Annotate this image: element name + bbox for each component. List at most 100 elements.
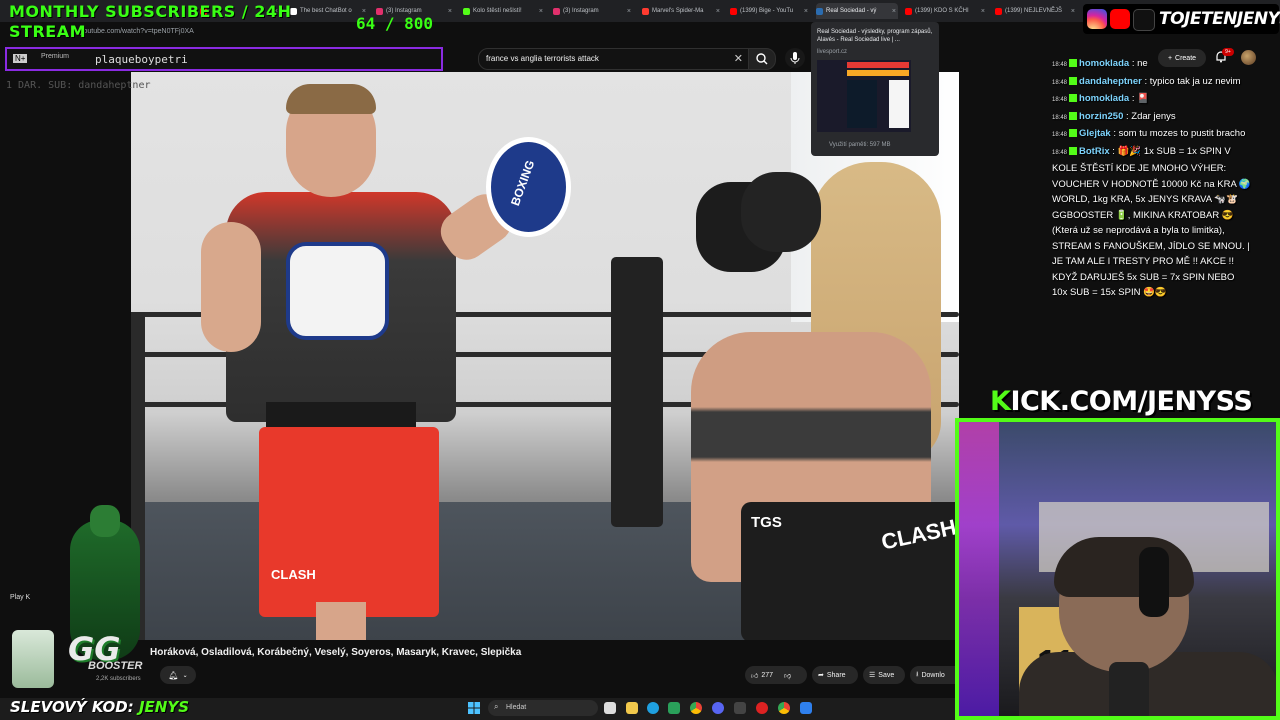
taskbar-search[interactable]: ⌕ Hledat [488,700,598,716]
kick-badge-icon [1069,129,1078,138]
tab-favicon-icon [905,7,912,15]
premium-badge: N+ [13,54,28,63]
coach-leg [316,602,366,640]
save-icon: ☰ [869,672,876,679]
promo-code: JENYS [138,698,190,716]
kick-badge-icon [1069,59,1078,68]
monthly-line-2: STREAM [9,22,86,41]
search-icon [756,53,768,65]
subscription-bell-button[interactable]: 🔔︎ ⌄ [160,666,196,684]
browser-tab[interactable]: (3) Instagram × [553,3,633,19]
store-icon[interactable] [668,702,680,714]
file-explorer-icon[interactable] [626,702,638,714]
browser-tab[interactable]: (1399) NEJLEVNĚJŠ × [995,3,1077,19]
tab-label: (3) Instagram [563,8,599,14]
booster-label: BOOSTER [88,660,143,672]
chat-text: : Zdar jenys [1126,110,1176,122]
obs-icon[interactable] [756,702,768,714]
chat-message: 18:48 BotRix : 🎁🎉 1x SUB = 1x SPIN V KOLE… [1052,144,1252,301]
coach-belt [266,402,416,430]
coach-arm [201,222,261,352]
download-button[interactable]: ⭳ Downlo [910,666,955,684]
thumbs-down-icon: 👎︎ [784,672,792,680]
search-button[interactable] [748,48,776,70]
discord-icon[interactable] [712,702,724,714]
edge-icon[interactable] [647,702,659,714]
tab-close-icon[interactable]: × [981,8,987,15]
tab-close-icon[interactable]: × [627,8,633,15]
download-icon: ⭳ [916,670,919,678]
headset [1139,547,1169,617]
chat-message: 18:48 homoklada : ne [1052,56,1252,74]
video-description: Horáková, Osladilová, Korábečný, Veselý,… [150,647,522,658]
chevron-down-icon: ⌄ [182,672,188,679]
share-button[interactable]: ➦ Share [812,666,858,684]
chat-username[interactable]: horzin250 [1079,111,1123,122]
windows-start-icon[interactable] [468,702,480,714]
chrome-icon-2[interactable] [778,702,790,714]
promo-code-banner: SLEVOVÝ KOD: JENYS [10,698,189,716]
chat-text: : 🎴 [1131,93,1149,104]
tab-label: Marvel's Spider-Ma [652,8,704,14]
taskbar-search-placeholder: Hledat [506,704,527,711]
neon-light [959,422,999,716]
app-icon-2[interactable] [800,702,812,714]
chat-text: : 🎁🎉 1x SUB = 1x SPIN V KOLE ŠTĚSTÍ KDE … [1052,145,1251,299]
chat-message: 18:48 dandaheptner : typico tak ja uz nev… [1052,74,1252,92]
microphone [1109,662,1149,716]
tab-close-icon[interactable]: × [539,8,545,15]
kick-badge-icon [1069,111,1078,120]
pad-label: BOXING [507,158,538,208]
youtube-icon [1110,9,1130,29]
monthly-line-1: MONTHLY SUBSCRIBERS / 24H [9,2,292,21]
tab-close-icon[interactable]: × [448,8,454,15]
save-button[interactable]: ☰ Save [863,666,905,684]
bell-icon: 🔔︎ [168,670,179,680]
browser-tab[interactable]: (1399) KDO S KČHI × [905,3,987,19]
brand-label: CLASH [271,567,316,582]
chat-timestamp: 18:48 [1052,114,1068,121]
chat-username[interactable]: Glejtak [1079,128,1111,139]
tab-label: (1399) NEJLEVNĚJŠ [1005,8,1063,14]
app-icon[interactable] [734,702,746,714]
like-dislike-button[interactable]: 👍︎ 277 👎︎ [745,666,807,684]
browser-tab[interactable]: Marvel's Spider-Ma × [642,3,722,19]
tiktok-icon [1133,9,1155,31]
video-player[interactable]: BOXING CLASH TGS CLASH [131,72,959,640]
social-handle-bar: TOJETENJENYS [1083,4,1280,34]
monthly-subscribers-label: MONTHLY SUBSCRIBERS / 24H STREAM [9,2,291,42]
booster-can [12,630,54,688]
browser-tab[interactable]: Kolo štěstí nešlstí! × [463,3,545,19]
chat-username[interactable]: homoklada [1079,93,1129,104]
tab-close-icon[interactable]: × [716,8,722,15]
chat-username[interactable]: BotRix [1079,146,1110,157]
chat-username[interactable]: dandaheptner [1079,76,1142,87]
instagram-icon [1087,9,1107,29]
chrome-icon[interactable] [690,702,702,714]
tab-favicon-icon [642,7,649,15]
play-shortcut-label: Play K [10,594,31,601]
tab-close-icon[interactable]: × [1071,8,1077,15]
kick-badge-icon [1069,94,1078,103]
tab-label: (1399) Bige - YouTu [740,8,794,14]
tab-favicon-icon [995,7,1002,15]
fighter-shorts: TGS CLASH [741,502,959,640]
kick-chat: 18:48 homoklada : ne 18:48 dandaheptner : t… [1052,56,1252,301]
latest-subscriber-box: N+ Premium plaqueboypetri [5,47,443,71]
chat-username[interactable]: homoklada [1079,58,1129,69]
kick-url-k: K [990,386,1011,417]
tab-close-icon[interactable]: × [804,8,810,15]
search-input[interactable]: france vs anglia terrorists attack ✕ [478,48,750,70]
browser-tab[interactable]: Real Sociedad - vý × [816,3,898,19]
boxing-glove [741,172,821,252]
task-view-icon[interactable] [604,702,616,714]
share-label: Share [826,671,846,679]
social-handle: TOJETENJENYS [1159,9,1280,29]
brand-label-2: TGS [751,514,782,531]
clear-search-icon[interactable]: ✕ [734,52,743,65]
browser-tab[interactable]: (1399) Bige - YouTu × [730,3,810,19]
voice-search-button[interactable] [785,48,805,68]
microphone-icon [790,52,800,64]
tab-label: Kolo štěstí nešlstí! [473,8,522,14]
tab-close-icon[interactable]: × [892,8,898,15]
